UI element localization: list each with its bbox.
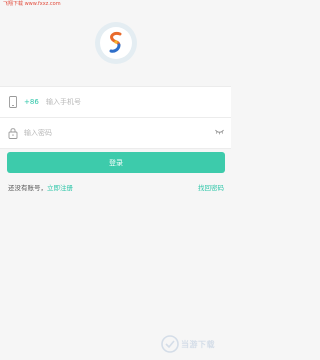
no-account-text: 还没有账号， (8, 184, 47, 192)
password-input[interactable] (24, 125, 204, 141)
lock-icon (8, 128, 18, 139)
watermark-logo-icon (161, 335, 179, 353)
country-code-prefix[interactable]: +86 (24, 87, 39, 117)
login-form: +86 (0, 86, 231, 149)
login-button[interactable]: 登录 (7, 152, 225, 173)
app-logo-icon (109, 32, 122, 53)
watermark-bottom-text: 当游下载 (181, 339, 215, 349)
eye-closed-icon[interactable] (215, 129, 224, 135)
app-logo (95, 22, 137, 64)
phone-row: +86 (0, 87, 231, 117)
phone-input[interactable] (46, 94, 206, 110)
watermark-top-text: 飞翔下载 www.fxxz.com (3, 1, 61, 7)
phone-icon (9, 96, 17, 108)
password-row (0, 117, 231, 148)
watermark-bottom: 当游下载 (161, 333, 227, 355)
register-link[interactable]: 立即注册 (47, 184, 73, 192)
no-account-prompt: 还没有账号，立即注册 (8, 184, 73, 193)
forgot-password-link[interactable]: 找回密码 (198, 184, 224, 193)
